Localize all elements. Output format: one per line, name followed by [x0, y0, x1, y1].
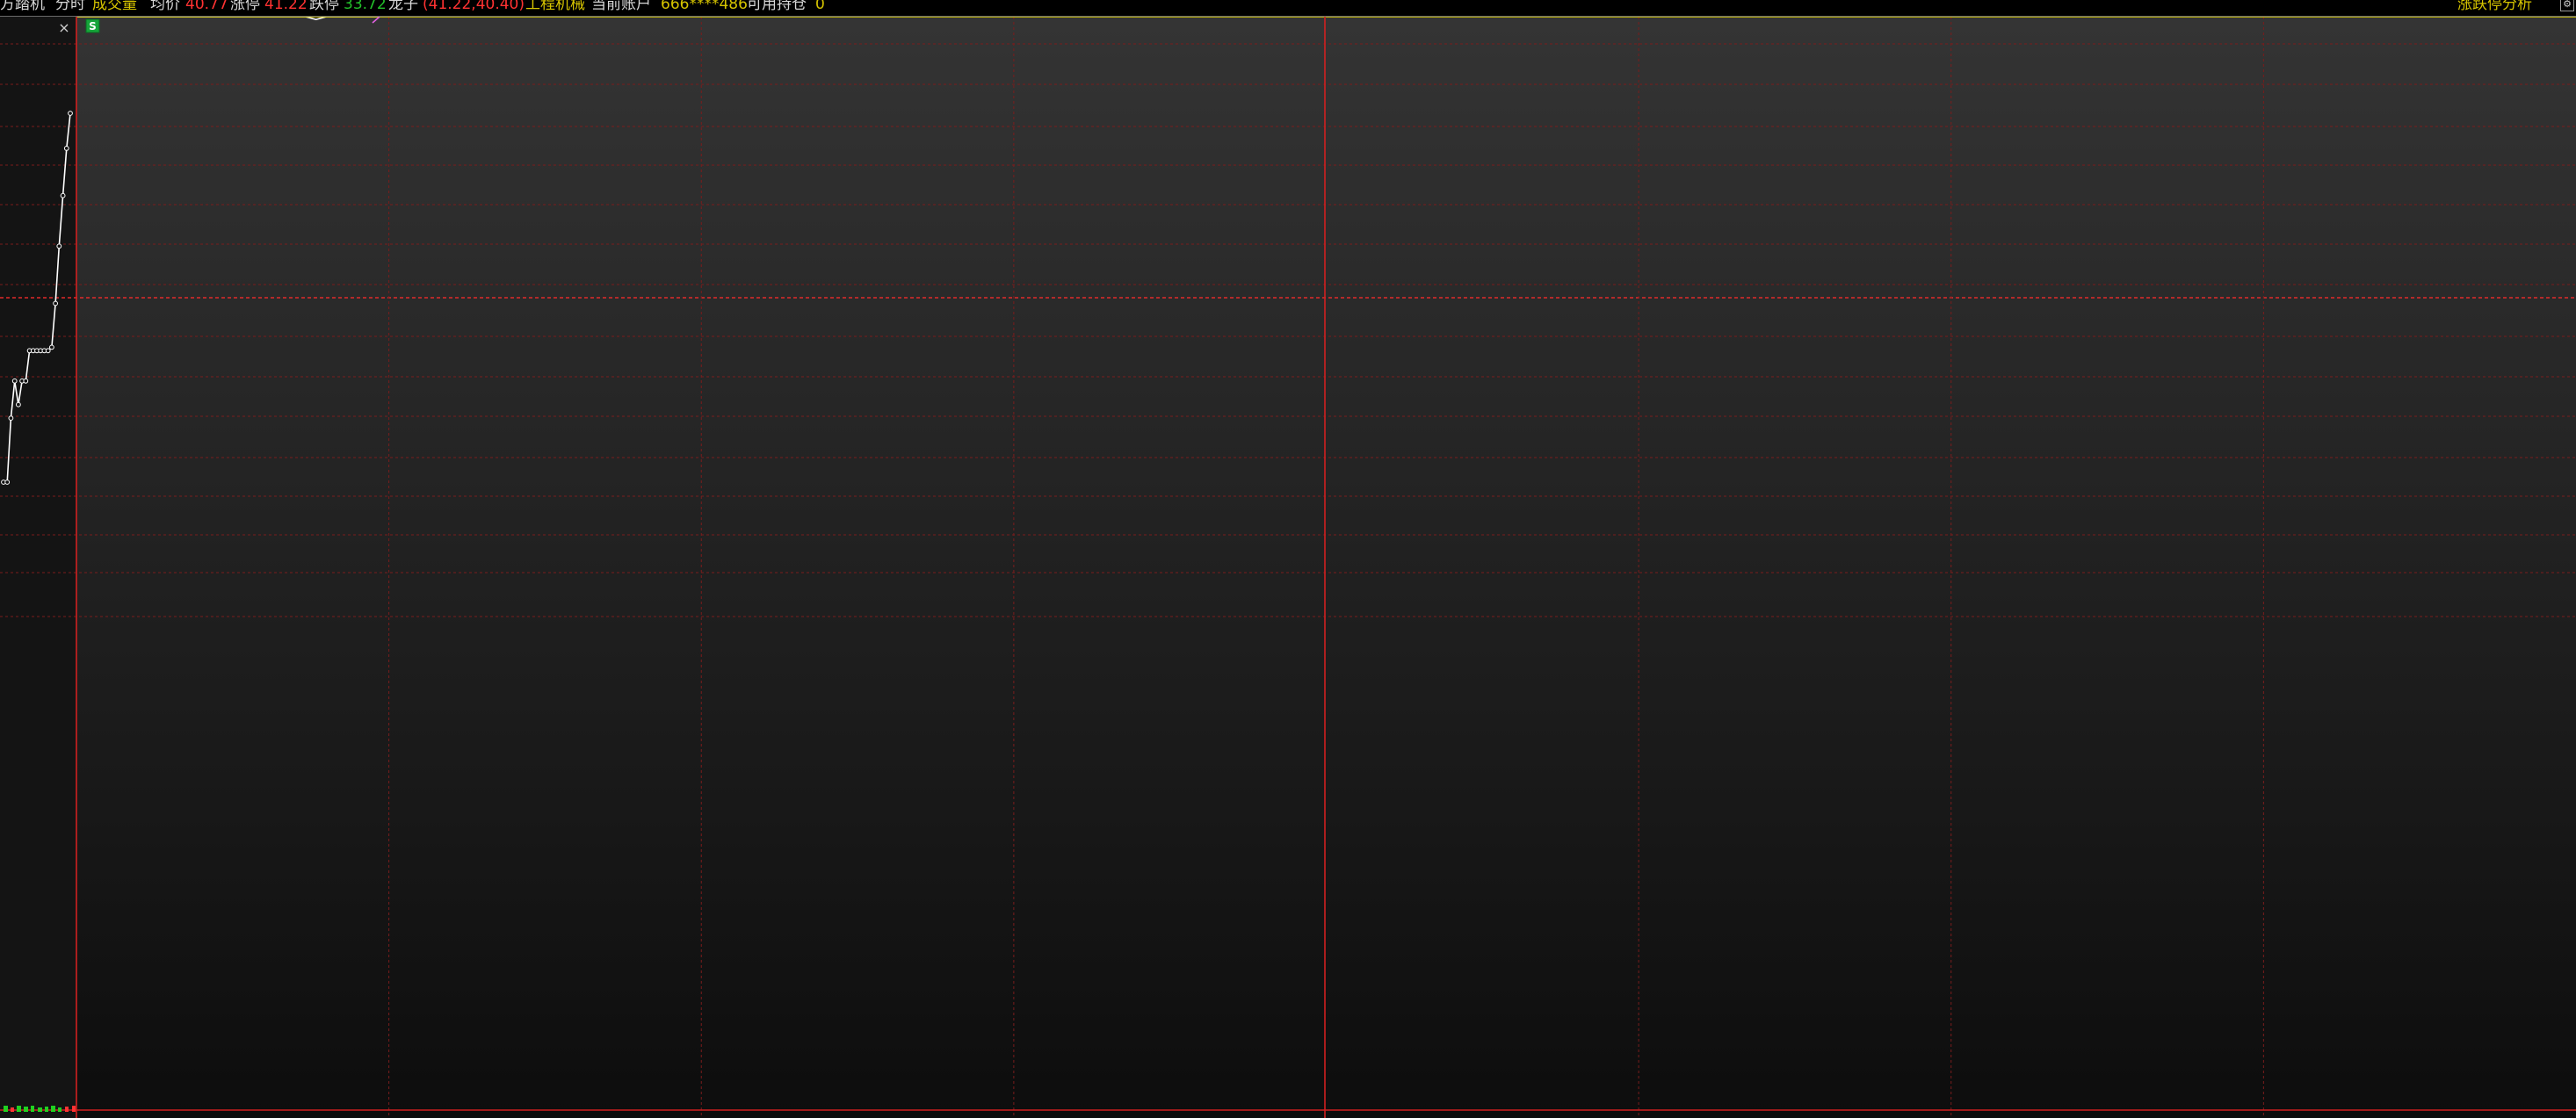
- main-plot-background: [76, 17, 2576, 1118]
- pre-open-tick-point: [11, 378, 18, 384]
- mini-panel-background: [0, 17, 76, 1118]
- pre-open-tick-point: [49, 344, 54, 350]
- volume-label[interactable]: 成交量: [92, 0, 137, 12]
- gear-icon[interactable]: ⚙: [2560, 0, 2574, 11]
- account-label: 当前账户: [591, 0, 651, 13]
- limit-down-value: 33.72: [344, 0, 387, 13]
- avg-price-label: 均价: [150, 0, 180, 13]
- avg-price-value: 40.77: [185, 0, 228, 13]
- stock-name: 方踏机: [0, 0, 45, 13]
- pre-open-tick-point: [60, 192, 66, 198]
- intraday-chart[interactable]: × S: [0, 17, 2576, 1118]
- position-label: 可用持仓: [747, 0, 807, 13]
- dragon-value: (41.22,40.40): [423, 0, 525, 13]
- pre-open-tick-point: [45, 348, 51, 354]
- close-icon[interactable]: ×: [58, 19, 69, 36]
- chart-header: 方踏机 分时 成交量 均价 40.77 涨停 41.22 跌停 33.72 龙子…: [0, 0, 2576, 17]
- pre-open-tick-point: [4, 480, 11, 485]
- limit-up-value: 41.22: [264, 0, 308, 13]
- limit-analysis-button[interactable]: 涨跌停分析: [2457, 0, 2532, 12]
- pre-open-tick-point: [23, 378, 29, 384]
- sector-name[interactable]: 工程机械: [525, 0, 585, 12]
- position-value: 0: [815, 0, 825, 13]
- pre-open-tick-point: [56, 243, 62, 249]
- limit-down-label: 跌停: [309, 0, 339, 13]
- limit-up-label: 涨停: [230, 0, 260, 13]
- pre-open-tick-point: [16, 401, 21, 408]
- pre-open-tick-point: [63, 146, 69, 151]
- tab-intraday[interactable]: 分时: [55, 0, 85, 12]
- sell-signal-badge-label: S: [89, 20, 97, 32]
- pre-open-tick-point: [8, 415, 14, 422]
- pre-open-tick-point: [68, 111, 73, 116]
- account-value: 666****486: [661, 0, 748, 13]
- pre-open-tick-point: [53, 300, 58, 307]
- dragon-label: 龙子: [388, 0, 418, 13]
